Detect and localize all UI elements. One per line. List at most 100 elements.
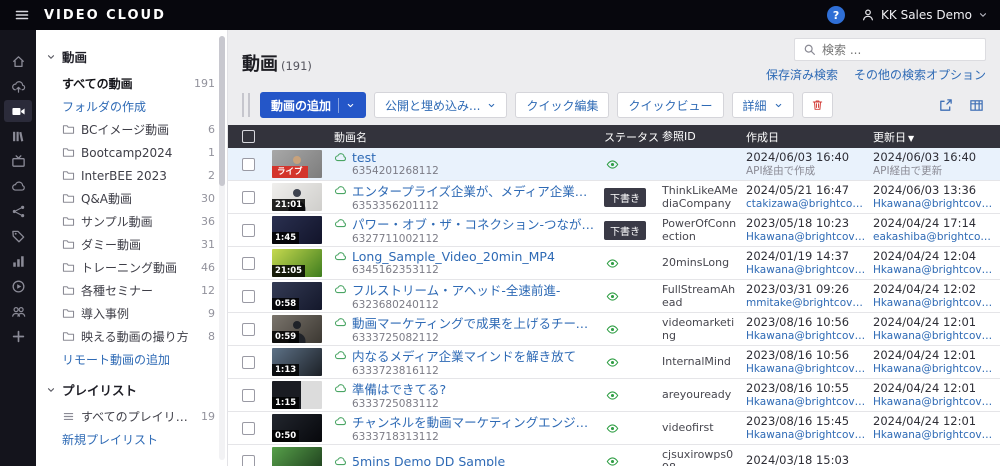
column-header-updated[interactable]: 更新日 ▼ — [873, 129, 1000, 145]
export-button[interactable] — [936, 95, 955, 115]
column-header-name[interactable]: 動画名 — [334, 129, 604, 145]
rail-item-interactivity[interactable] — [4, 325, 32, 347]
table-row[interactable]: 0:59 動画マーケティングで成果を上げるチーム努力 6333725082112… — [228, 313, 1000, 346]
video-name-link[interactable]: チャンネルを動画マーケティングエンジンに変える — [352, 412, 596, 431]
updated-by-link[interactable]: Hkawana@brightcove.com — [873, 264, 996, 277]
video-name-link[interactable]: パワー・オブ・ザ・コネクション-つながる力- — [352, 214, 596, 233]
details-button[interactable]: 詳細 — [731, 92, 794, 118]
sidebar-item[interactable]: 映える動画の撮り方 8 — [36, 325, 227, 348]
updated-by-link[interactable]: Hkawana@brightcove.com — [873, 198, 996, 211]
rail-item-live[interactable] — [4, 150, 32, 172]
video-thumbnail[interactable]: 0:58 — [272, 282, 322, 310]
sidebar-item[interactable]: InterBEE 2023 2 — [36, 164, 227, 187]
rail-item-analytics[interactable] — [4, 250, 32, 272]
rail-item-social[interactable] — [4, 200, 32, 222]
sidebar-item[interactable]: リモート動画の追加 — [36, 348, 227, 371]
rail-item-players[interactable] — [4, 275, 32, 297]
row-checkbox[interactable] — [242, 388, 255, 402]
help-button[interactable]: ? — [827, 6, 846, 24]
row-checkbox[interactable] — [242, 289, 255, 303]
publish-embed-button[interactable]: 公開と埋め込み... — [374, 92, 508, 118]
sidebar-item[interactable]: トレーニング動画 46 — [36, 256, 227, 279]
created-by-link[interactable]: Hkawana@brightcove.com — [746, 429, 869, 442]
video-name-link[interactable]: エンタープライズ企業が、メディア企業のように動画を活用する — [352, 181, 596, 200]
column-header-created[interactable]: 作成日 — [746, 129, 873, 145]
row-checkbox[interactable] — [242, 355, 255, 369]
rail-item-monetization[interactable] — [4, 225, 32, 247]
video-thumbnail[interactable]: 1:13 — [272, 348, 322, 376]
saved-search-link[interactable]: 保存済み検索 — [766, 66, 838, 83]
table-row[interactable]: ライブ test 6354201268112 2024/06/03 16:40 … — [228, 148, 1000, 181]
sidebar-item[interactable]: すべてのプレイリスト 19 — [36, 405, 227, 428]
video-name-link[interactable]: 内なるメディア企業マインドを解き放て — [352, 346, 576, 365]
rail-item-media[interactable] — [4, 100, 32, 122]
menu-icon[interactable] — [12, 5, 32, 25]
more-search-options-link[interactable]: その他の検索オプション — [854, 66, 986, 83]
table-row[interactable]: 1:13 内なるメディア企業マインドを解き放て 6333723816112 In… — [228, 346, 1000, 379]
rail-item-audience[interactable] — [4, 300, 32, 322]
add-video-button[interactable]: 動画の追加 — [260, 92, 367, 118]
sidebar-scrollbar[interactable] — [219, 36, 225, 460]
updated-by-link[interactable]: Hkawana@brightcove.com — [873, 297, 996, 310]
row-checkbox[interactable] — [242, 256, 255, 270]
sidebar-section-playlists[interactable]: プレイリスト — [36, 371, 227, 405]
user-menu[interactable]: KK Sales Demo — [861, 8, 988, 22]
updated-by-link[interactable]: Hkawana@brightcove.com — [873, 363, 996, 376]
row-checkbox[interactable] — [242, 454, 255, 466]
created-by-link[interactable]: Hkawana@brightcove.com — [746, 363, 869, 376]
scrollbar-thumb[interactable] — [219, 36, 225, 186]
quick-view-button[interactable]: クイックビュー — [617, 92, 724, 118]
rail-item-library[interactable] — [4, 125, 32, 147]
updated-by-link[interactable]: Hkawana@brightcove.com — [873, 396, 996, 409]
select-all-checkbox[interactable] — [242, 130, 255, 143]
created-by-link[interactable]: Hkawana@brightcove.com — [746, 264, 869, 277]
sidebar-item[interactable]: すべての動画 191 — [36, 72, 227, 95]
table-row[interactable]: 1:45 パワー・オブ・ザ・コネクション-つながる力- 632771100211… — [228, 214, 1000, 247]
rail-item-gallery[interactable] — [4, 175, 32, 197]
sidebar-item[interactable]: ダミー動画 31 — [36, 233, 227, 256]
sidebar-section-videos[interactable]: 動画 — [36, 38, 227, 72]
video-thumbnail[interactable]: 21:05 — [272, 249, 322, 277]
row-checkbox[interactable] — [242, 157, 255, 171]
rail-item-upload[interactable] — [4, 75, 32, 97]
column-header-status[interactable]: ステータス — [604, 129, 662, 145]
video-name-link[interactable]: 5mins Demo DD Sample — [352, 454, 505, 466]
created-by-link[interactable]: Hkawana@brightcove.com — [746, 330, 869, 343]
sidebar-item[interactable]: 新規プレイリスト — [36, 428, 227, 451]
created-by-link[interactable]: ctakizawa@brightcove.com — [746, 198, 869, 211]
rail-item-home[interactable] — [4, 50, 32, 72]
sidebar-item[interactable]: フォルダの作成 — [36, 95, 227, 118]
table-row[interactable]: 21:01 エンタープライズ企業が、メディア企業のように動画を活用する 6353… — [228, 181, 1000, 214]
video-thumbnail[interactable]: 1:45 — [272, 216, 322, 244]
video-name-link[interactable]: 準備はできてる? — [352, 379, 446, 398]
video-name-link[interactable]: test — [352, 150, 376, 165]
row-checkbox[interactable] — [242, 190, 255, 204]
table-row[interactable]: 0:50 チャンネルを動画マーケティングエンジンに変える 63337183131… — [228, 412, 1000, 445]
columns-button[interactable] — [967, 95, 986, 115]
updated-by-link[interactable]: Hkawana@brightcove.com — [873, 330, 996, 343]
toolbar-drag-handle[interactable] — [242, 93, 250, 117]
table-row[interactable]: 21:05 Long_Sample_Video_20min_MP4 634516… — [228, 247, 1000, 280]
updated-by-link[interactable]: Hkawana@brightcove.com — [873, 429, 996, 442]
sidebar-item[interactable]: 各種セミナー 12 — [36, 279, 227, 302]
video-name-link[interactable]: Long_Sample_Video_20min_MP4 — [352, 249, 555, 264]
updated-by-link[interactable]: eakashiba@brightcove.com — [873, 231, 996, 244]
video-thumbnail[interactable]: 21:01 — [272, 183, 322, 211]
video-thumbnail[interactable]: 0:59 — [272, 315, 322, 343]
sidebar-item[interactable]: Q&A動画 30 — [36, 187, 227, 210]
sidebar-item[interactable]: BCイメージ動画 6 — [36, 118, 227, 141]
delete-button[interactable] — [801, 92, 833, 118]
table-row[interactable]: 1:15 準備はできてる? 6333725083112 areyouready … — [228, 379, 1000, 412]
search-input[interactable] — [822, 42, 977, 57]
video-thumbnail[interactable]: ライブ — [272, 150, 322, 178]
table-row[interactable]: 0:58 フルストリーム・アヘッド-全速前進- 6323680240112 Fu… — [228, 280, 1000, 313]
row-checkbox[interactable] — [242, 421, 255, 435]
row-checkbox[interactable] — [242, 322, 255, 336]
column-header-ref[interactable]: 参照ID — [662, 130, 746, 143]
video-name-link[interactable]: フルストリーム・アヘッド-全速前進- — [352, 280, 560, 299]
video-thumbnail[interactable]: 1:15 — [272, 381, 322, 409]
quick-edit-button[interactable]: クイック編集 — [515, 92, 610, 118]
row-checkbox[interactable] — [242, 223, 255, 237]
video-name-link[interactable]: 動画マーケティングで成果を上げるチーム努力 — [352, 313, 596, 332]
table-row[interactable]: 5mins Demo DD Sample cjsuxirowps098 2024… — [228, 445, 1000, 466]
